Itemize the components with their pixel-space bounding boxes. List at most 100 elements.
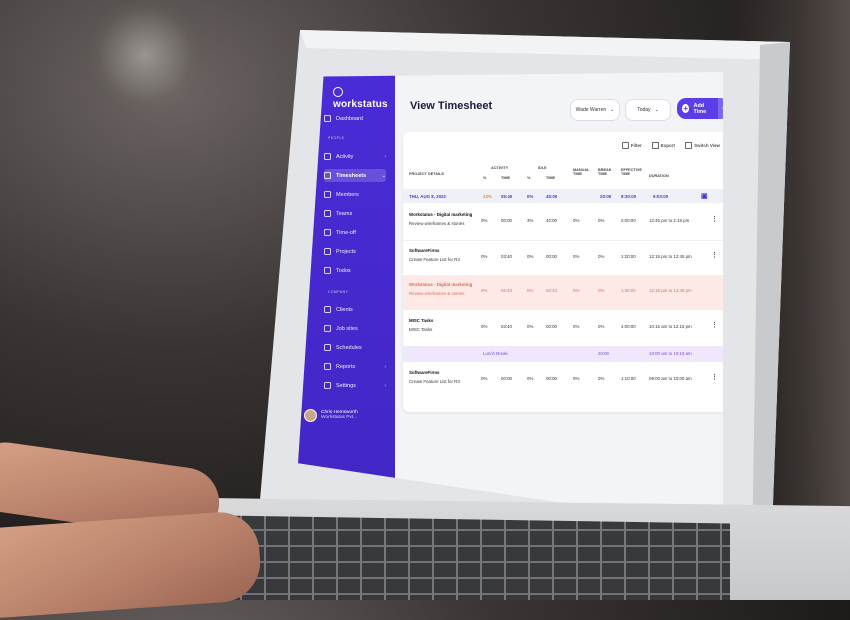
table-row-deleted[interactable]: Workstatus - Digital marketing Review wi… (403, 275, 723, 310)
idle-pct: 0% (527, 194, 534, 199)
chevron-right-icon: › (384, 382, 386, 389)
switch-view-button[interactable]: Switch View (685, 142, 720, 149)
table-row[interactable]: SoftwareFirms Create Feature List for R3… (403, 240, 723, 275)
main-content: View Timesheet Wade Warren ⌄ Today ⌄ + Add… (395, 72, 723, 527)
activity-pct: 0% (481, 254, 488, 259)
sidebar-item-reports[interactable]: Reports › (324, 360, 386, 373)
sidebar-section-company: COMPANY (328, 290, 349, 294)
sidebar-item-timesheets[interactable]: Timesheets ⌄ (324, 169, 386, 182)
idle-pct: 0% (527, 376, 534, 381)
break-time: 20:00 (600, 194, 612, 199)
duration: 9:03:00 (653, 194, 669, 199)
activity-time: 02:43 (501, 288, 512, 293)
effective-time: 1:20:00 (621, 254, 636, 259)
sidebar-item-time-off[interactable]: Time-off (324, 226, 386, 239)
duration: 09:00 am to 10:00 am (649, 376, 692, 381)
header-activity: ACTIVITY (491, 166, 509, 170)
header-idle: IDLE (538, 166, 547, 170)
sidebar-item-clients[interactable]: Clients (324, 303, 386, 316)
more-icon[interactable]: ⋮ (711, 215, 718, 223)
activity-time: 00:00 (501, 376, 512, 381)
activity-icon (324, 153, 331, 160)
table-row[interactable]: Workstatus - Digital marketing Review wi… (403, 205, 723, 239)
more-icon[interactable]: ⋮ (711, 373, 718, 381)
sidebar-item-dashboard[interactable]: Dashboard (324, 112, 386, 125)
break-time: 0% (598, 254, 605, 259)
reports-icon (324, 363, 331, 370)
sidebar-item-activity[interactable]: Activity › (324, 150, 386, 163)
avatar (304, 408, 317, 422)
idle-pct: 0% (527, 254, 534, 259)
table-toolbar: Filter Export Switch View (621, 142, 720, 149)
header-duration: DURATION (649, 174, 669, 178)
header-project: PROJECT DETAILS (409, 172, 444, 176)
user-profile[interactable]: Chris Hemsworth Workstatus Pvt... (304, 402, 374, 428)
activity-pct: 0% (481, 376, 488, 381)
break-time: 0% (598, 218, 605, 223)
user-org: Workstatus Pvt... (321, 415, 358, 420)
header-idle-time: TIME (546, 176, 556, 180)
activity-pct: 0% (481, 324, 488, 329)
sidebar-item-schedules[interactable]: Schedules (324, 341, 386, 354)
todos-icon (324, 267, 331, 274)
sidebar-section-people: PEOPLE (328, 136, 345, 140)
timesheet-card: Filter Export Switch View PROJECT DETAIL… (403, 132, 723, 412)
sidebar-item-job-sites[interactable]: Job sites (324, 322, 386, 335)
table-row[interactable]: SoftwareFirms Create Feature List for R3… (403, 363, 723, 397)
sidebar-item-projects[interactable]: Projects (324, 245, 386, 258)
idle-time: 00:00 (546, 376, 557, 381)
task-name: Review wireframes & stories (409, 291, 465, 296)
effective-time: 1:30:00 (621, 288, 636, 293)
idle-time: 00:00 (546, 324, 557, 329)
sidebar-item-todos[interactable]: Todos (324, 264, 386, 277)
plus-icon: + (682, 104, 690, 113)
date-label: THU, AUG 8, 2022 (409, 194, 446, 199)
teams-icon (324, 210, 331, 217)
idle-time: 00:00 (546, 254, 557, 259)
project-name: MISC Tasks (409, 318, 434, 323)
sidebar-item-settings[interactable]: Settings › (324, 379, 386, 392)
break-time: 0% (598, 376, 605, 381)
manual-time: 0% (573, 218, 580, 223)
settings-icon (324, 382, 331, 389)
chevron-right-icon: › (384, 363, 386, 370)
duration: 10:00 am to 10:15 am (649, 351, 692, 356)
header-idle-pct: % (527, 176, 531, 180)
manual-time: 0% (573, 254, 580, 259)
manual-time: 0% (573, 324, 580, 329)
calendar-icon[interactable]: ▣ (701, 192, 708, 200)
member-select[interactable]: Wade Warren ⌄ (570, 99, 620, 121)
idle-pct: 0% (527, 288, 534, 293)
sidebar-item-teams[interactable]: Teams (324, 207, 386, 220)
export-button[interactable]: Export (651, 142, 675, 149)
more-icon[interactable]: ⋮ (711, 251, 718, 259)
effective-time: 2:00:00 (621, 218, 636, 223)
table-date-row: THU, AUG 8, 2022 43% 05:40 0% 45:00 20:0… (403, 189, 723, 203)
task-name: Review wireframes & stories (409, 221, 465, 226)
table-row[interactable]: MISC Tasks MISC Tasks 0% 03:40 0% 00:00 … (403, 311, 723, 345)
export-icon (651, 142, 659, 149)
activity-time: 03:40 (501, 324, 512, 329)
add-time-button[interactable]: + Add Time ⌄ (677, 98, 723, 119)
sidebar-item-members[interactable]: Members (324, 188, 386, 201)
header-effective-time: EFFECTIVE TIME (621, 168, 642, 176)
duration: 12:15 pm to 12:45 pm (649, 288, 692, 293)
project-name: SoftwareFirms (409, 370, 440, 375)
break-time: 0% (598, 324, 605, 329)
manual-time: 0% (573, 288, 580, 293)
members-icon (324, 191, 331, 198)
idle-time: 40:00 (546, 218, 557, 223)
date-select[interactable]: Today ⌄ (625, 99, 671, 121)
project-name: Workstatus - Digital marketing (409, 212, 473, 217)
chevron-down-icon: ⌄ (654, 107, 659, 113)
filter-button[interactable]: Filter (621, 142, 642, 149)
activity-pct: 43% (483, 194, 492, 199)
activity-time: 05:40 (501, 194, 513, 199)
dashboard-icon (324, 115, 331, 122)
activity-pct: 0% (481, 218, 488, 223)
job-sites-icon (324, 325, 331, 332)
more-icon[interactable]: ⋮ (711, 321, 718, 329)
schedules-icon (324, 344, 331, 351)
idle-time: 45:00 (546, 194, 558, 199)
chevron-down-icon: ⌄ (610, 107, 615, 113)
